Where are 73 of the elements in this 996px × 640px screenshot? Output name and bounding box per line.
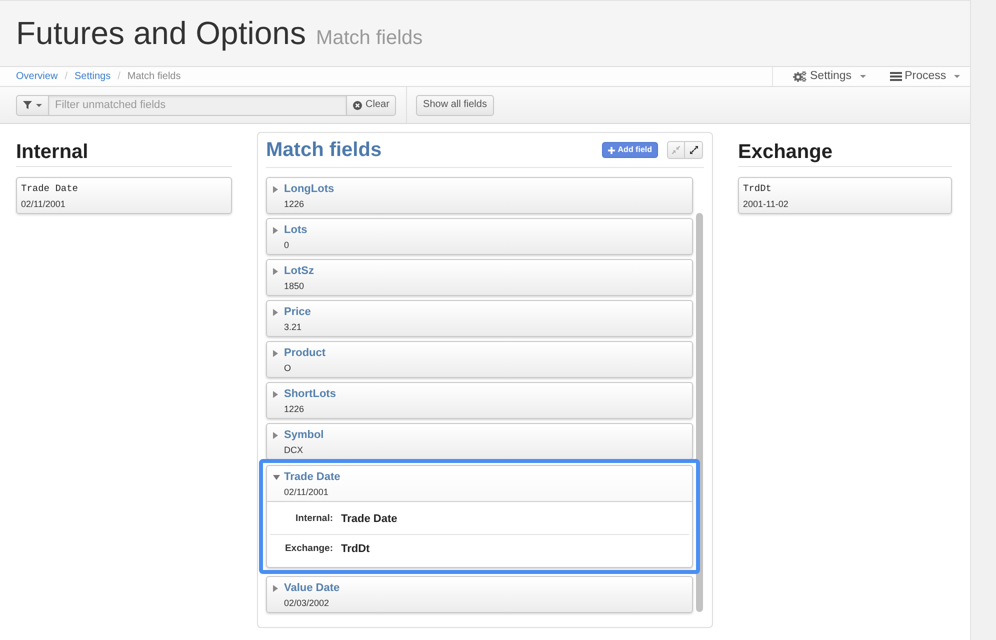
match-field-item[interactable]: Symbol DCX (266, 423, 693, 460)
breadcrumb-link[interactable]: Overview (16, 69, 58, 84)
match-field-item[interactable]: Value Date 02/03/2002 (266, 576, 693, 613)
caret-down-icon[interactable] (273, 474, 280, 480)
caret-right-icon[interactable] (273, 268, 278, 274)
field-value: 02/11/2001 (21, 198, 66, 211)
breadcrumb-separator: / (118, 70, 120, 84)
detail-value: Trade Date (341, 512, 398, 527)
caret-right-icon[interactable] (273, 186, 278, 192)
breadcrumb-separator: / (64, 70, 68, 84)
settings-menu[interactable]: Settings (793, 70, 866, 82)
field-name: Price (284, 305, 311, 320)
field-value: 1226 (283, 198, 306, 211)
field-value: DCX (283, 444, 304, 457)
detail-label: Internal: (294, 512, 333, 526)
caret-icon (860, 75, 866, 78)
match-field-item[interactable]: Lots 0 (266, 218, 693, 255)
gears-icon (793, 71, 807, 82)
match-field-item[interactable]: Price 3.21 (266, 300, 693, 337)
match-field-item[interactable]: Trade Date 02/11/2001 Internal: Trade Date Exchange: TrdDt (266, 465, 693, 568)
field-name: ShortLots (284, 387, 336, 402)
column-heading: Exchange (738, 140, 952, 167)
field-value: 0 (283, 239, 290, 252)
page-title: Futures and Options (16, 16, 306, 52)
show-all-fields-button[interactable]: Show all fields (416, 94, 494, 116)
field-value: O (283, 362, 292, 375)
caret-right-icon[interactable] (273, 350, 278, 356)
field-value: 1850 (283, 280, 306, 293)
expand-all-button[interactable] (685, 141, 703, 159)
field-name: Symbol (284, 428, 324, 443)
caret-icon (36, 104, 42, 106)
filter-field[interactable]: Filter unmatched fields (49, 94, 346, 116)
field-name: Lots (284, 223, 308, 238)
caret-right-icon[interactable] (273, 584, 278, 592)
list-icon (890, 72, 902, 81)
field-value: 02/03/2002 (283, 597, 330, 610)
field-card[interactable]: TrdDt 2001-11-02 (738, 177, 952, 214)
field-value: 02/11/2001 (283, 486, 330, 499)
process-menu[interactable]: Process (890, 70, 960, 82)
field-name: LongLots (284, 182, 334, 197)
caret-right-icon[interactable] (273, 226, 278, 234)
field-card[interactable]: Trade Date 02/11/2001 (16, 177, 232, 214)
caret-icon (954, 75, 960, 78)
detail-label: Exchange: (284, 542, 333, 556)
page-subtitle: Match fields (316, 26, 423, 49)
caret-right-icon[interactable] (273, 432, 278, 438)
arrows-inward-icon (672, 146, 680, 154)
field-name: Value Date (284, 581, 340, 596)
field-value: 1226 (283, 403, 306, 416)
field-name: Trade Date (21, 182, 80, 196)
filter-dropdown-button[interactable] (16, 94, 49, 116)
field-name: Product (284, 346, 326, 361)
field-name: TrdDt (743, 182, 773, 196)
field-value: 2001-11-02 (743, 198, 790, 211)
match-field-item[interactable]: ShortLots 1226 (266, 382, 693, 419)
breadcrumb-current: Match fields (127, 70, 181, 84)
filter-icon (23, 101, 32, 109)
detail-value: TrdDt (341, 542, 370, 558)
breadcrumb-link[interactable]: Settings (74, 69, 111, 84)
remove-icon (352, 100, 362, 110)
field-name: Trade Date (284, 470, 340, 485)
clear-button[interactable]: Clear (346, 94, 396, 116)
arrows-outward-icon (690, 146, 698, 154)
match-field-item[interactable]: Product O (266, 341, 693, 378)
field-value: 3.21 (283, 321, 303, 334)
plus-icon (608, 146, 615, 154)
column-heading: Internal (16, 140, 232, 167)
panel-title: Match fields (266, 138, 383, 162)
caret-right-icon[interactable] (273, 390, 278, 398)
caret-right-icon[interactable] (273, 308, 278, 316)
field-name: LotSz (284, 264, 314, 279)
match-field-item[interactable]: LongLots 1226 (266, 177, 693, 214)
match-field-item[interactable]: LotSz 1850 (266, 259, 693, 296)
